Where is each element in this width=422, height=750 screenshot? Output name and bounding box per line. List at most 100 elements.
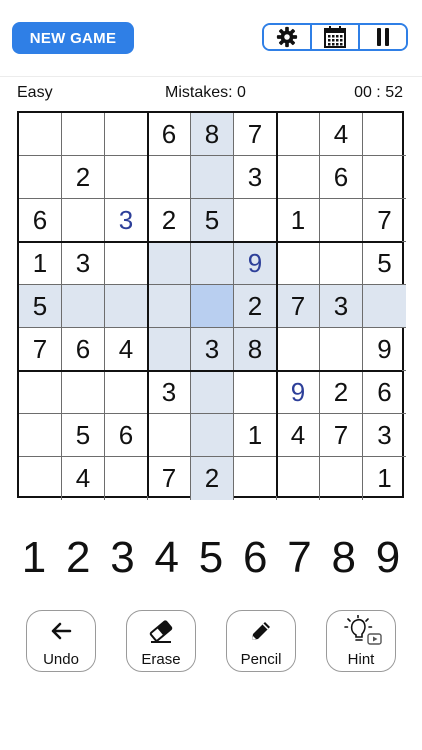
board-cell[interactable]: [19, 371, 62, 414]
board-cell[interactable]: 2: [148, 199, 191, 242]
board-cell[interactable]: [277, 113, 320, 156]
board-cell[interactable]: [234, 457, 277, 500]
board-cell[interactable]: 7: [277, 285, 320, 328]
board-cell[interactable]: 7: [19, 328, 62, 371]
erase-button[interactable]: Erase: [126, 610, 196, 672]
board-cell[interactable]: [363, 113, 406, 156]
board-cell[interactable]: [19, 156, 62, 199]
board-cell[interactable]: [62, 199, 105, 242]
board-cell[interactable]: 3: [105, 199, 148, 242]
board-cell[interactable]: 9: [234, 242, 277, 285]
board-cell[interactable]: [148, 156, 191, 199]
board-cell[interactable]: [191, 285, 234, 328]
number-key[interactable]: 6: [233, 530, 277, 586]
board-cell[interactable]: [320, 199, 363, 242]
board-cell[interactable]: 5: [191, 199, 234, 242]
number-key[interactable]: 8: [322, 530, 366, 586]
undo-label: Undo: [43, 651, 79, 668]
board-cell[interactable]: 7: [148, 457, 191, 500]
board-cell[interactable]: [19, 457, 62, 500]
settings-button[interactable]: [264, 25, 312, 49]
board-cell[interactable]: 3: [320, 285, 363, 328]
board-cell[interactable]: [105, 113, 148, 156]
board-cell[interactable]: 3: [363, 414, 406, 457]
board-cell[interactable]: [277, 457, 320, 500]
board-cell[interactable]: [191, 414, 234, 457]
board-cell[interactable]: 6: [363, 371, 406, 414]
number-key[interactable]: 5: [189, 530, 233, 586]
board-cell[interactable]: 2: [191, 457, 234, 500]
board-cell[interactable]: 6: [148, 113, 191, 156]
board-cell[interactable]: 2: [234, 285, 277, 328]
board-cell[interactable]: 1: [363, 457, 406, 500]
number-key[interactable]: 7: [278, 530, 322, 586]
undo-button[interactable]: Undo: [26, 610, 96, 672]
board-cell[interactable]: [320, 457, 363, 500]
board-cell[interactable]: [19, 414, 62, 457]
number-key[interactable]: 1: [12, 530, 56, 586]
board-cell[interactable]: [148, 242, 191, 285]
board-cell[interactable]: [105, 371, 148, 414]
board-cell[interactable]: 9: [363, 328, 406, 371]
board-cell[interactable]: 8: [234, 328, 277, 371]
board-cell[interactable]: 3: [148, 371, 191, 414]
board-cell[interactable]: [363, 156, 406, 199]
board-cell[interactable]: [191, 371, 234, 414]
board-cell[interactable]: [191, 156, 234, 199]
board-cell[interactable]: [277, 156, 320, 199]
board-cell[interactable]: 1: [277, 199, 320, 242]
board-cell[interactable]: [148, 328, 191, 371]
board-cell[interactable]: 3: [191, 328, 234, 371]
board-cell[interactable]: [234, 371, 277, 414]
board-cell[interactable]: 7: [363, 199, 406, 242]
board-cell[interactable]: 4: [277, 414, 320, 457]
board-cell[interactable]: [105, 156, 148, 199]
board-cell[interactable]: 4: [320, 113, 363, 156]
board-cell[interactable]: 5: [19, 285, 62, 328]
hint-button[interactable]: Hint: [326, 610, 396, 672]
board-cell[interactable]: 7: [234, 113, 277, 156]
board-cell[interactable]: 6: [320, 156, 363, 199]
board-cell[interactable]: 5: [363, 242, 406, 285]
board-cell[interactable]: [148, 285, 191, 328]
board-cell[interactable]: 7: [320, 414, 363, 457]
board-cell[interactable]: [62, 371, 105, 414]
board-cell[interactable]: 1: [234, 414, 277, 457]
board-cell[interactable]: [320, 328, 363, 371]
board-cell[interactable]: 4: [62, 457, 105, 500]
board-cell[interactable]: [19, 113, 62, 156]
board-cell[interactable]: [234, 199, 277, 242]
number-key[interactable]: 4: [145, 530, 189, 586]
board-cell[interactable]: 1: [19, 242, 62, 285]
board-cell[interactable]: [191, 242, 234, 285]
board-cell[interactable]: 6: [62, 328, 105, 371]
board-cell[interactable]: 6: [19, 199, 62, 242]
board-cell[interactable]: [277, 242, 320, 285]
board-cell[interactable]: 3: [234, 156, 277, 199]
number-key[interactable]: 2: [56, 530, 100, 586]
board-cell[interactable]: [320, 242, 363, 285]
board-cell[interactable]: [105, 457, 148, 500]
board-cell[interactable]: [363, 285, 406, 328]
new-game-button[interactable]: NEW GAME: [12, 22, 134, 54]
board-cell[interactable]: 2: [62, 156, 105, 199]
board-cell[interactable]: [105, 285, 148, 328]
board-cell[interactable]: [62, 285, 105, 328]
calendar-button[interactable]: [312, 25, 360, 49]
board-cell[interactable]: 2: [320, 371, 363, 414]
board-cell[interactable]: 3: [62, 242, 105, 285]
number-key[interactable]: 3: [101, 530, 145, 586]
board-cell[interactable]: 4: [105, 328, 148, 371]
number-key[interactable]: 9: [366, 530, 410, 586]
board-cell[interactable]: 8: [191, 113, 234, 156]
board-cell[interactable]: [148, 414, 191, 457]
board-cell[interactable]: 6: [105, 414, 148, 457]
pause-button[interactable]: [360, 25, 406, 49]
board-cell[interactable]: [277, 328, 320, 371]
game-timer: 00 : 52: [354, 84, 403, 101]
board-cell[interactable]: 9: [277, 371, 320, 414]
board-cell[interactable]: [62, 113, 105, 156]
pencil-button[interactable]: Pencil: [226, 610, 296, 672]
board-cell[interactable]: [105, 242, 148, 285]
board-cell[interactable]: 5: [62, 414, 105, 457]
